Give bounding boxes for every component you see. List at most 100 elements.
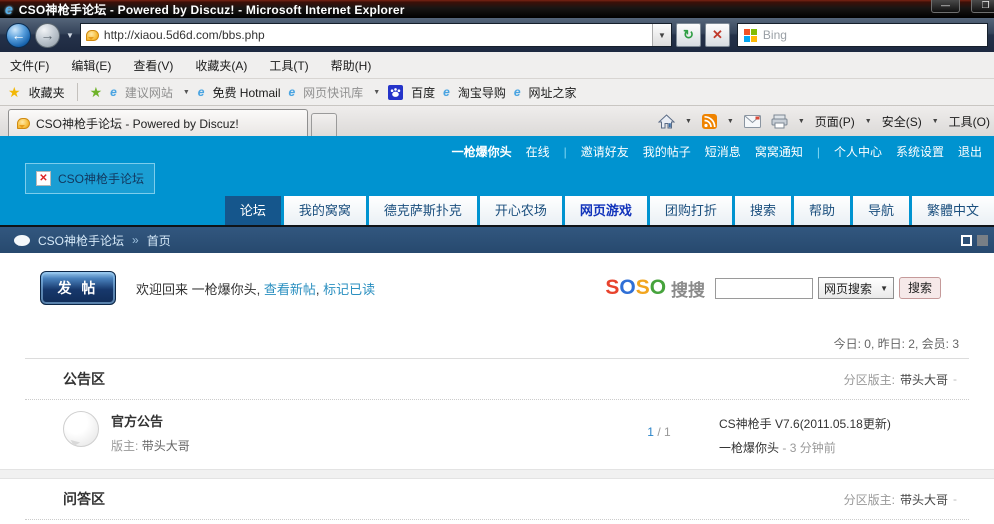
tools-menu[interactable]: 工具(O) [949,113,990,130]
favorites-button[interactable]: 收藏夹 [29,84,65,101]
soso-letter: O [649,276,667,299]
nav-tab-forum[interactable]: 论坛 [224,196,281,225]
nav-tab-search[interactable]: 搜索 [734,196,791,225]
bing-icon [743,28,757,42]
mark-read-link[interactable]: 标记已读 [323,282,375,297]
collapse-icon[interactable]: - [953,372,957,386]
nav-tab-farm[interactable]: 开心农场 [479,196,562,225]
address-url[interactable]: http://xiaou.5d6d.com/bbs.php [104,28,647,42]
nav-tab-navigation[interactable]: 导航 [852,196,909,225]
minimize-button[interactable]: — [931,0,960,13]
soso-logo-suffix: 搜搜 [671,280,706,300]
mail-icon[interactable] [743,114,761,128]
bing-search-input[interactable] [762,28,913,42]
chevron-down-icon[interactable]: ▼ [373,89,380,96]
site-logo-text[interactable]: CSO神枪手论坛 [58,170,144,187]
forum-moderator-line: 版主: 带头大哥 [111,437,190,454]
last-post-time-link[interactable]: 3 分钟前 [790,441,836,455]
back-button[interactable]: ← [6,22,31,48]
search-box[interactable] [736,23,988,47]
notifications-link[interactable]: 窝窝通知 [755,143,803,160]
nav-tab-help[interactable]: 帮助 [793,196,850,225]
forum-title-link[interactable]: 官方公告 [111,411,190,430]
maximize-button[interactable]: ❐ [971,0,994,13]
wide-layout-icon[interactable] [961,235,972,246]
chevron-down-icon[interactable]: ▼ [183,89,190,96]
moderator-name-link[interactable]: 带头大哥 [142,439,190,453]
collapse-icon[interactable]: - [953,492,957,506]
breadcrumb-separator: » [132,233,139,247]
profile-link[interactable]: 个人中心 [834,143,882,160]
comma: , [256,281,261,297]
fav-baidu[interactable]: 百度 [411,84,435,101]
chevron-down-icon[interactable]: ▼ [932,118,939,125]
forum-row: 有问必答 [25,520,969,524]
stop-button[interactable]: ✕ [704,23,730,47]
menu-tools[interactable]: 工具(T) [269,57,308,74]
invite-friends-link[interactable]: 邀请好友 [581,143,629,160]
breadcrumb-site-link[interactable]: CSO神枪手论坛 [38,232,124,249]
address-dropdown-icon[interactable]: ▼ [651,24,671,46]
username-link[interactable]: 一枪爆你头 [452,143,512,160]
history-dropdown-icon[interactable]: ▼ [66,31,74,40]
messages-link[interactable]: 短消息 [705,143,741,160]
soso-search-button[interactable]: 搜索 [898,277,941,299]
soso-search-input[interactable] [715,277,814,299]
ie-page-icon: e [288,85,296,99]
ie-page-icon: e [110,85,117,99]
add-favorite-icon[interactable]: ★ [90,84,103,101]
section-title[interactable]: 问答区 [63,489,105,509]
chat-bubble-icon [14,234,30,246]
menu-file[interactable]: 文件(F) [10,57,49,74]
home-icon[interactable] [657,113,675,129]
fav-suggested-sites[interactable]: 建议网站 [125,84,173,101]
nav-tab-poker[interactable]: 德克萨斯扑克 [368,196,477,225]
last-post-author-link[interactable]: 一枪爆你头 [719,441,779,455]
search-scope-value: 网页搜索 [824,281,873,296]
settings-link[interactable]: 系统设置 [896,143,944,160]
soso-letter: S [635,276,650,299]
logout-link[interactable]: 退出 [958,143,982,160]
navigation-bar: ← → ▼ http://xiaou.5d6d.com/bbs.php ▼ ↻ … [0,18,994,52]
moderator-name-link[interactable]: 带头大哥 [900,371,948,388]
my-posts-link[interactable]: 我的帖子 [643,143,691,160]
security-menu[interactable]: 安全(S) [882,113,922,130]
menu-edit[interactable]: 编辑(E) [71,57,111,74]
search-scope-select[interactable]: 网页搜索 ▼ [818,277,894,299]
fav-taobao[interactable]: 淘宝导购 [458,84,506,101]
fav-wangzhi[interactable]: 网址之家 [529,84,577,101]
narrow-layout-icon[interactable] [977,235,988,246]
nav-tab-traditional[interactable]: 繁體中文 [911,196,994,225]
new-tab-button[interactable] [311,113,337,136]
chevron-down-icon[interactable]: ▼ [685,118,692,125]
last-post-title-link[interactable]: CS神枪手 V7.6(2011.05.18更新) [719,415,957,432]
menu-favorites[interactable]: 收藏夹(A) [195,57,247,74]
menu-view[interactable]: 查看(V) [133,57,173,74]
moderator-name-link[interactable]: 带头大哥 [900,491,948,508]
view-new-posts-link[interactable]: 查看新帖 [264,282,316,297]
menu-help[interactable]: 帮助(H) [331,57,372,74]
chevron-down-icon[interactable]: ▼ [727,118,734,125]
chevron-down-icon[interactable]: ▼ [798,118,805,125]
post-count: 1 [664,425,671,439]
forum-thread-count: 1 / 1 [599,425,719,439]
address-bar[interactable]: http://xiaou.5d6d.com/bbs.php ▼ [79,23,672,47]
browser-tab-active[interactable]: CSO神枪手论坛 - Powered by Discuz! [8,109,308,136]
page-menu[interactable]: 页面(P) [815,113,855,130]
section-title[interactable]: 公告区 [63,369,105,389]
print-icon[interactable] [771,114,788,129]
nav-tab-webgames[interactable]: 网页游戏 [564,196,647,225]
tab-favicon-icon [17,117,30,129]
forward-button[interactable]: → [35,22,60,48]
site-logo[interactable]: ✕ CSO神枪手论坛 [25,163,156,194]
rss-icon[interactable] [701,113,717,129]
new-post-button[interactable]: 发 帖 [40,271,116,305]
nav-tab-home[interactable]: 我的窝窝 [283,196,366,225]
forum-bubble-icon [63,411,99,447]
fav-webslice[interactable]: 网页快讯库 [303,84,363,101]
dash: - [782,441,787,455]
refresh-button[interactable]: ↻ [675,23,701,47]
nav-tab-groupbuy[interactable]: 团购打折 [649,196,732,225]
fav-hotmail[interactable]: 免费 Hotmail [212,84,280,101]
chevron-down-icon[interactable]: ▼ [865,118,872,125]
